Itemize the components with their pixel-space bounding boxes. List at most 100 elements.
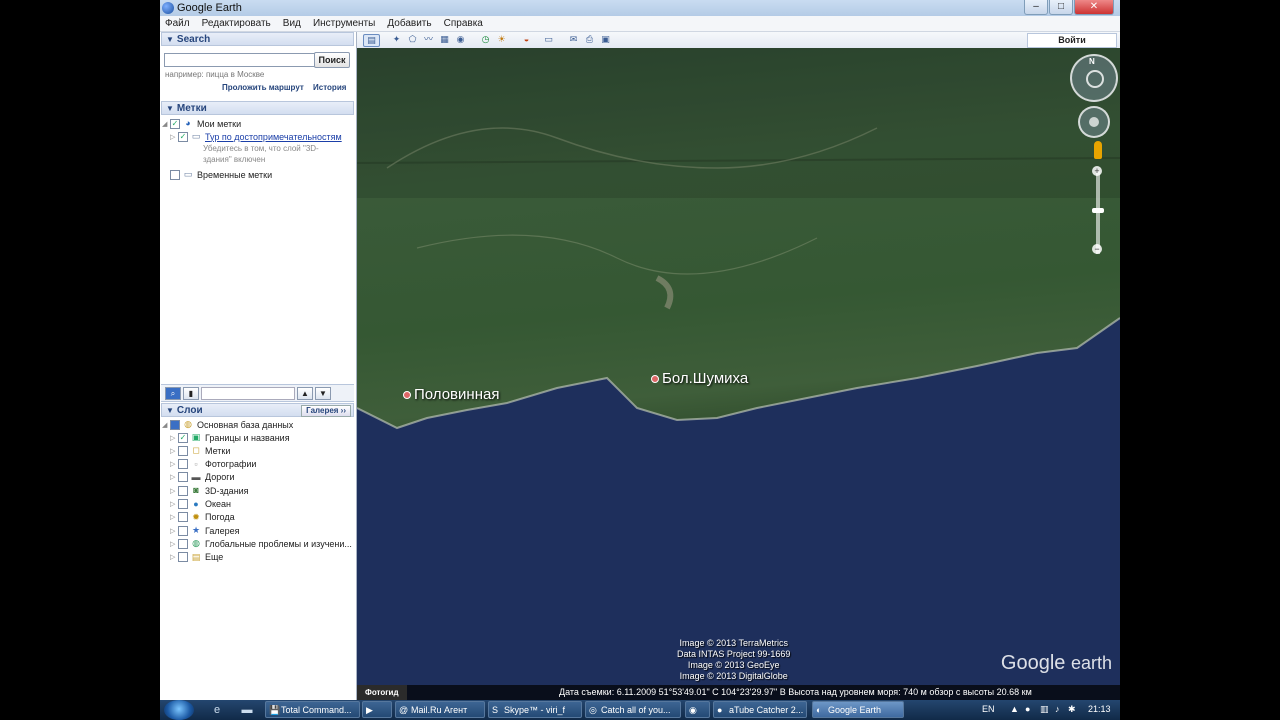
- expand-triangle-icon[interactable]: ▷: [170, 473, 178, 481]
- layers-panel-header[interactable]: ▼ Слои Галерея ››: [161, 403, 354, 417]
- layer-item[interactable]: ▷ ▤ Еще: [170, 551, 223, 564]
- layer-item[interactable]: ▷ ◻ Метки: [170, 444, 230, 457]
- checkbox[interactable]: ✓: [178, 131, 188, 142]
- panel-filter-field[interactable]: [201, 387, 295, 400]
- checkbox[interactable]: [170, 169, 180, 180]
- taskbar-button[interactable]: ◐ Google Earth: [812, 701, 904, 718]
- checkbox[interactable]: [178, 459, 188, 470]
- taskbar-button[interactable]: ● aTube Catcher 2...: [713, 701, 807, 718]
- taskbar-button[interactable]: ◉: [685, 701, 710, 718]
- layer-item[interactable]: ▷ ◍ Глобальные проблемы и изучени...: [170, 537, 352, 550]
- expand-triangle-icon[interactable]: ▷: [170, 133, 178, 141]
- zoom-out-icon[interactable]: −: [1092, 244, 1102, 254]
- street-view-pegman-icon[interactable]: [1094, 141, 1102, 159]
- checkbox[interactable]: [170, 419, 180, 430]
- planets-icon[interactable]: ◒: [520, 34, 533, 45]
- layer-item[interactable]: ▷ ▬ Дороги: [170, 471, 235, 484]
- layer-item[interactable]: ▷ ✓ ▣ Границы и названия: [170, 431, 290, 444]
- checkbox[interactable]: [178, 512, 188, 523]
- tray-app-icon[interactable]: ●: [1025, 704, 1030, 714]
- menu-tools[interactable]: Инструменты: [308, 16, 379, 29]
- panel-toggle-icon[interactable]: ▮: [183, 387, 199, 400]
- view-in-maps-icon[interactable]: ▣: [599, 34, 612, 45]
- title-bar[interactable]: Google Earth – □ ✕: [160, 0, 1120, 17]
- move-up-icon[interactable]: ▲: [297, 387, 313, 400]
- taskbar-button[interactable]: @ Mail.Ru Агент: [395, 701, 485, 718]
- checkbox[interactable]: [178, 499, 188, 509]
- tree-item-temporary[interactable]: ▭ Временные метки: [170, 168, 272, 181]
- checkbox[interactable]: [178, 485, 188, 496]
- expand-triangle-icon[interactable]: ▷: [170, 487, 178, 495]
- layer-item[interactable]: ▷ ★ Галерея: [170, 524, 240, 537]
- add-path-icon[interactable]: 〰: [422, 34, 435, 45]
- explorer-icon[interactable]: ▬: [240, 703, 254, 717]
- record-tour-icon[interactable]: ◉: [454, 34, 467, 45]
- tree-item-primary-database[interactable]: ◢ ◍ Основная база данных: [162, 418, 293, 431]
- expand-triangle-icon[interactable]: ▷: [170, 553, 178, 561]
- move-joystick[interactable]: [1078, 106, 1110, 138]
- expand-triangle-icon[interactable]: ▷: [170, 513, 178, 521]
- tour-link[interactable]: Тур по достопримечательностям: [205, 132, 342, 142]
- expand-triangle-icon[interactable]: ◢: [162, 120, 170, 128]
- zoom-slider-thumb[interactable]: [1092, 208, 1104, 213]
- search-input[interactable]: [164, 53, 318, 67]
- sign-in-button[interactable]: Войти: [1027, 33, 1117, 48]
- expand-triangle-icon[interactable]: ▷: [170, 527, 178, 535]
- tree-item-tour[interactable]: ▷ ✓ ▭ Тур по достопримечательностям: [170, 130, 342, 143]
- expand-triangle-icon[interactable]: ▷: [170, 500, 178, 508]
- menu-help[interactable]: Справка: [439, 16, 487, 29]
- menu-edit[interactable]: Редактировать: [197, 16, 275, 29]
- search-button[interactable]: Поиск: [314, 52, 350, 68]
- expand-triangle-icon[interactable]: ▷: [170, 447, 178, 455]
- gallery-button[interactable]: Галерея ››: [301, 405, 351, 417]
- historical-imagery-icon[interactable]: ◷: [479, 34, 492, 45]
- network-icon[interactable]: ▥: [1040, 704, 1049, 715]
- expand-triangle-icon[interactable]: ▷: [170, 540, 178, 548]
- start-button[interactable]: [164, 700, 194, 720]
- layer-item[interactable]: ▷ ● Океан: [170, 498, 231, 511]
- checkbox[interactable]: [178, 538, 188, 549]
- tour-guide-button[interactable]: Фотогид: [357, 685, 407, 700]
- placemark-bol-shumikha[interactable]: Бол.Шумиха: [651, 370, 748, 387]
- add-polygon-icon[interactable]: ⬠: [406, 34, 419, 45]
- taskbar-button[interactable]: 💾Total Command...: [265, 701, 360, 718]
- places-panel-header[interactable]: ▼ Метки: [161, 101, 354, 115]
- layer-item[interactable]: ▷ ◙ 3D-здания: [170, 484, 249, 497]
- expand-triangle-icon[interactable]: ▷: [170, 460, 178, 468]
- expand-triangle-icon[interactable]: ▷: [170, 434, 178, 442]
- tray-arrow-icon[interactable]: ▲: [1010, 704, 1019, 714]
- placemark-polovinnaya[interactable]: Половинная: [403, 386, 499, 403]
- search-toggle-icon[interactable]: ⌕: [165, 387, 181, 400]
- move-down-icon[interactable]: ▼: [315, 387, 331, 400]
- taskbar-button[interactable]: ▶: [362, 701, 392, 718]
- email-icon[interactable]: ✉: [567, 34, 580, 45]
- print-icon[interactable]: ⎙: [583, 34, 596, 45]
- checkbox[interactable]: [178, 472, 188, 483]
- minimize-button[interactable]: –: [1024, 0, 1048, 15]
- menu-add[interactable]: Добавить: [382, 16, 435, 29]
- history-link[interactable]: История: [313, 83, 346, 92]
- ruler-icon[interactable]: ▭: [542, 34, 555, 45]
- layer-item[interactable]: ▷ ✹ Погода: [170, 511, 235, 524]
- bluetooth-icon[interactable]: ✱: [1068, 704, 1076, 715]
- checkbox[interactable]: [178, 552, 188, 563]
- checkbox[interactable]: ✓: [170, 118, 180, 129]
- taskbar-button[interactable]: ◎ Catch all of you...: [585, 701, 681, 718]
- zoom-in-icon[interactable]: +: [1092, 166, 1102, 176]
- maximize-button[interactable]: □: [1049, 0, 1073, 15]
- clock[interactable]: 21:13: [1088, 704, 1111, 714]
- sunlight-icon[interactable]: ☀: [495, 34, 508, 45]
- sidebar-toggle-icon[interactable]: ▤: [363, 34, 380, 47]
- search-panel-header[interactable]: ▼ Search: [161, 32, 354, 46]
- taskbar-button[interactable]: S Skype™ - viri_f: [488, 701, 582, 718]
- earth-map-view[interactable]: Половинная Бол.Шумиха N + − Image © 2013…: [357, 48, 1120, 700]
- get-directions-link[interactable]: Проложить маршрут: [222, 83, 304, 92]
- menu-view[interactable]: Вид: [278, 16, 305, 29]
- add-overlay-icon[interactable]: ▦: [438, 34, 451, 45]
- checkbox[interactable]: [178, 525, 188, 536]
- layer-item[interactable]: ▷ ▫ Фотографии: [170, 458, 256, 471]
- look-joystick[interactable]: N: [1070, 54, 1118, 102]
- volume-icon[interactable]: ♪: [1055, 704, 1060, 714]
- checkbox[interactable]: ✓: [178, 432, 188, 443]
- menu-file[interactable]: Файл: [160, 16, 194, 29]
